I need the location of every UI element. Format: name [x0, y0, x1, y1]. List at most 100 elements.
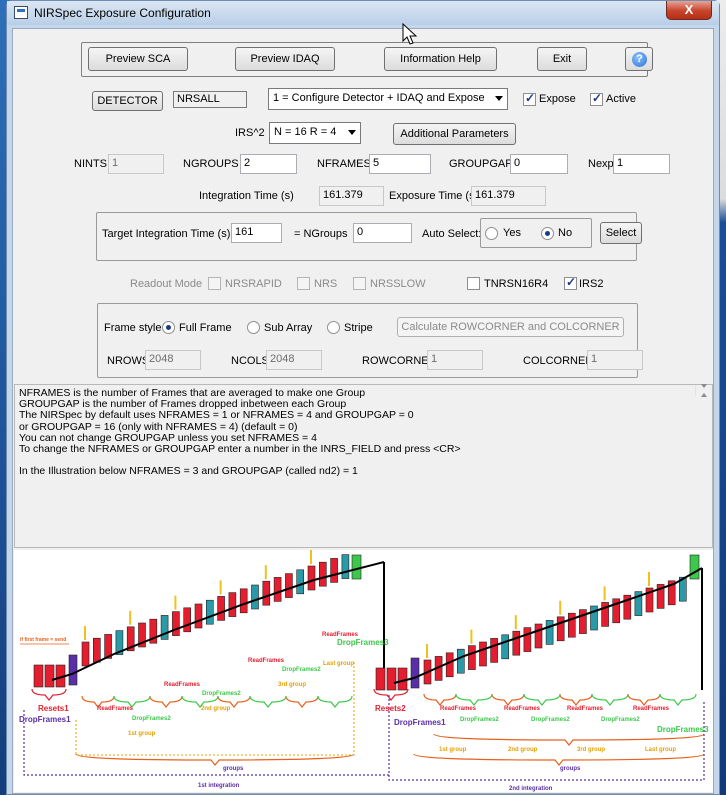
- sub-array-radio[interactable]: [247, 321, 260, 334]
- groupgap-field[interactable]: 0: [510, 154, 568, 174]
- help-icon: ?: [632, 52, 647, 67]
- dropframes2-label-1: DropFrames2: [132, 716, 171, 722]
- full-frame-label: Full Frame: [179, 322, 232, 334]
- read-frame-bar: [183, 607, 191, 633]
- readframes-bracket: [491, 693, 525, 706]
- calculate-corners-button[interactable]: Calculate ROWCORNER and COLCORNER: [397, 317, 624, 337]
- expose-label: Expose: [539, 93, 576, 105]
- preview-idaq-button[interactable]: Preview IDAQ: [235, 47, 335, 71]
- groups-label-2: groups: [560, 766, 581, 772]
- ngroups-field[interactable]: 2: [240, 154, 297, 174]
- additional-parameters-button[interactable]: Additional Parameters: [393, 123, 516, 145]
- read-frame-bar: [81, 641, 90, 667]
- nrs-checkbox[interactable]: [297, 277, 310, 290]
- stripe-radio[interactable]: [327, 321, 340, 334]
- info-text-area[interactable]: NFRAMES is the number of Frames that are…: [14, 384, 713, 548]
- nrows-field: 2048: [145, 350, 201, 370]
- sub-array-label: Sub Array: [264, 322, 313, 334]
- sample-marker: [84, 626, 86, 640]
- read-frame-bar: [445, 652, 454, 678]
- group2-label-2: 2nd group: [508, 747, 538, 753]
- chevron-down-icon: [495, 96, 503, 101]
- exit-button[interactable]: Exit: [537, 47, 587, 71]
- window-title: NIRSpec Exposure Configuration: [34, 6, 211, 20]
- readframes-bracket: [149, 695, 183, 708]
- sample-marker: [559, 600, 562, 615]
- tnrsn16r4-label: TNRSN16R4: [484, 278, 549, 290]
- scroll-up-icon[interactable]: [701, 393, 707, 397]
- read-frame-bar: [285, 573, 293, 598]
- target-ngroups-field[interactable]: 0: [353, 223, 412, 243]
- nrsslow-checkbox[interactable]: [353, 277, 366, 290]
- drop-frame-bar: [545, 620, 554, 645]
- info-scrollbar[interactable]: [695, 384, 712, 397]
- reset-frame-bar: [375, 667, 386, 691]
- first-frame-note: if first frame = send: [20, 637, 66, 643]
- drop-frame-bar: [410, 657, 420, 689]
- nrsslow-label: NRSSLOW: [370, 278, 426, 290]
- tnrsn16r4-checkbox[interactable]: [467, 277, 480, 290]
- readframes-bracket: [423, 693, 457, 706]
- close-button[interactable]: X: [666, 1, 712, 20]
- mode-select[interactable]: 1 = Configure Detector + IDAQ and Expose: [268, 88, 508, 110]
- active-label: Active: [606, 93, 636, 105]
- dropframes2-label-5: DropFrames2: [531, 717, 570, 723]
- auto-no-label: No: [558, 227, 573, 239]
- nints-label: NINTS: [74, 158, 107, 170]
- dropframes3-label-1: DropFrames3: [337, 638, 389, 647]
- group2-label: 2nd group: [201, 706, 231, 712]
- read-frame-bar: [273, 577, 282, 602]
- read-frame-bar: [468, 645, 476, 670]
- nrsrapid-checkbox[interactable]: [208, 277, 221, 290]
- preview-sca-button[interactable]: Preview SCA: [88, 47, 188, 71]
- auto-yes-label: Yes: [503, 227, 521, 239]
- nrsrapid-label: NRSRAPID: [225, 278, 282, 290]
- drop-frame-bar: [296, 569, 305, 595]
- info-line: The NIRSpec by default uses NFRAMES = 1 …: [19, 409, 414, 422]
- irs-select[interactable]: N = 16 R = 4: [269, 122, 361, 144]
- irs-label: IRS^2: [235, 127, 265, 139]
- colcorner-label: COLCORNER: [523, 355, 594, 367]
- readout-mode-label: Readout Mode: [130, 278, 203, 290]
- reset-frame-bar: [33, 664, 44, 688]
- nframes-field[interactable]: 5: [369, 154, 431, 174]
- select-button[interactable]: Select: [600, 222, 642, 244]
- auto-no-radio[interactable]: [541, 227, 554, 240]
- detector-button[interactable]: DETECTOR: [92, 91, 163, 111]
- scroll-down-icon[interactable]: [701, 384, 707, 389]
- dropframes-bracket: [455, 693, 493, 706]
- chevron-down-icon: [348, 130, 356, 135]
- exposure-time-label: Exposure Time (s): [389, 190, 479, 202]
- resets2-label: Resets2: [375, 704, 406, 713]
- title-bar[interactable]: NIRSpec Exposure Configuration X: [7, 1, 719, 25]
- sample-marker: [264, 565, 267, 580]
- dropframes2-label-3: DropFrames2: [282, 667, 321, 673]
- group3-label: 3rd group: [278, 682, 306, 688]
- readframes-bracket: [559, 693, 593, 706]
- read-frame-bar: [556, 616, 565, 642]
- read-frame-bar: [490, 638, 498, 663]
- nrows-label: NROWS: [107, 355, 150, 367]
- readframes-label-1: ReadFrames: [97, 706, 134, 712]
- auto-yes-radio[interactable]: [485, 227, 498, 240]
- expose-checkbox[interactable]: ✓: [523, 91, 536, 106]
- last-group-label-2: Last group: [645, 747, 676, 753]
- sample-marker: [470, 629, 473, 644]
- read-frame-bar: [262, 580, 271, 606]
- irs2-checkbox[interactable]: ✓: [564, 275, 577, 290]
- nexp-field[interactable]: 1: [613, 154, 670, 174]
- active-checkbox[interactable]: ✓: [590, 91, 603, 106]
- full-frame-radio[interactable]: [162, 321, 175, 334]
- groups-label-1: groups: [223, 766, 244, 772]
- readframes-bracket: [285, 695, 319, 708]
- information-help-button[interactable]: Information Help: [384, 47, 497, 71]
- dropframes2-label-4: DropFrames2: [460, 717, 499, 723]
- colcorner-field: 1: [587, 350, 643, 370]
- help-button[interactable]: ?: [625, 47, 653, 71]
- target-time-field[interactable]: 161: [231, 223, 282, 243]
- read-frame-bar: [217, 596, 225, 621]
- read-frame-bar: [534, 623, 543, 649]
- reset-frame-bar: [397, 667, 408, 691]
- drop-frame-bar: [341, 554, 350, 579]
- readframes-label-2: ReadFrames: [164, 682, 201, 688]
